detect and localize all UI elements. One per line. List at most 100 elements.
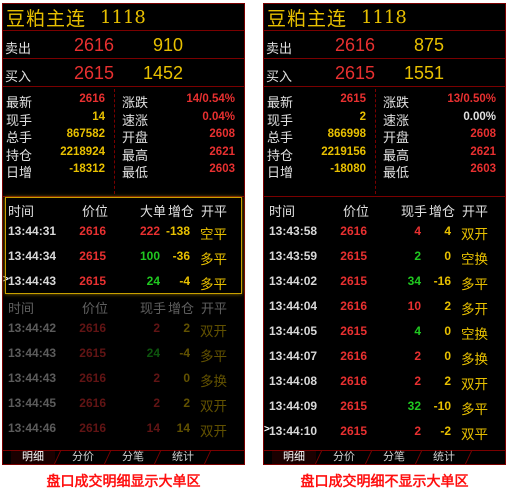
trade-price: 2615 <box>340 274 367 288</box>
stats-row: 总手 866998 开盘 2608 <box>264 126 505 145</box>
trade-row[interactable]: >13:44:10 2615 2 -2 双平 <box>264 419 505 444</box>
trade-row[interactable]: 13:44:43 2615 24 -4 多平 <box>3 341 244 366</box>
trade-time: 13:43:59 <box>269 249 318 263</box>
trade-list[interactable]: 时间 价位 现手 增仓 开平 13:43:58 2616 4 4 双开 13:43:59 2615 2 0… <box>264 197 505 442</box>
trade-price: 2615 <box>340 399 367 413</box>
header-volume: 现手 <box>400 204 427 219</box>
stat-value: 2608 <box>470 128 496 140</box>
trade-price: 2616 <box>79 371 106 385</box>
trade-oi-change: 14 <box>176 421 190 435</box>
header-price: 价位 <box>81 301 108 316</box>
title-bar: 豆粕主连 1118 <box>3 4 244 31</box>
trade-volume: 2 <box>414 249 421 263</box>
header-open-close: 开平 <box>201 301 228 316</box>
trade-volume: 2 <box>153 371 160 385</box>
contract-name: 豆粕主连 <box>267 7 348 30</box>
tab-separator <box>203 451 219 464</box>
trade-row[interactable]: 13:44:46 2616 14 14 双开 <box>3 416 244 441</box>
trade-row[interactable]: 13:44:07 2616 2 0 多换 <box>264 344 505 369</box>
trade-time: 13:44:46 <box>8 421 57 435</box>
stat-value: 13/0.50% <box>447 93 496 105</box>
tab-tick[interactable]: 分笔 <box>111 451 155 464</box>
trade-type: 双开 <box>200 424 227 439</box>
trade-volume: 2 <box>153 321 160 335</box>
trade-price: 2616 <box>340 349 367 363</box>
trade-time: 13:44:43 <box>8 371 57 385</box>
trade-list[interactable]: 时间 价位 大单 增仓 开平 13:44:31 2616 222 -138 空平 13:44:34 2… <box>3 197 244 442</box>
stat-value: 2615 <box>340 93 366 105</box>
sell-row: 卖出 2616 875 <box>264 31 505 59</box>
trade-time: 13:44:43 <box>8 346 57 360</box>
trade-price: 2616 <box>340 299 367 313</box>
trade-type: 多换 <box>200 374 227 389</box>
trade-type: 双开 <box>461 377 488 392</box>
trade-type: 空换 <box>461 252 488 267</box>
trade-type: 多开 <box>461 302 488 317</box>
stat-value: 2603 <box>470 163 496 175</box>
trade-time: 13:43:58 <box>269 224 318 238</box>
sell-row: 卖出 2616 910 <box>3 31 244 59</box>
quote-panel-right: 豆粕主连 1118 卖出 2616 875 买入 2615 1551 最新 261… <box>263 3 506 465</box>
tab-detail[interactable]: 明细 <box>11 451 55 464</box>
trade-oi-change: 0 <box>444 324 451 338</box>
trade-price: 2616 <box>79 421 106 435</box>
stat-label: 最低 <box>122 165 149 180</box>
trade-time: 13:44:04 <box>269 299 318 313</box>
sell-label: 卖出 <box>266 41 293 56</box>
stats-block: 最新 2616 涨跌 14/0.54% 现手 14 速涨 0.04% 总手 867582 开盘 260… <box>3 87 244 197</box>
header-open-close: 开平 <box>462 204 489 219</box>
trade-type: 双开 <box>200 324 227 339</box>
trade-volume: 2 <box>414 424 421 438</box>
buy-label: 买入 <box>266 69 293 84</box>
trade-oi-change: 2 <box>444 299 451 313</box>
tab-stats[interactable]: 统计 <box>422 451 466 464</box>
tab-tick[interactable]: 分笔 <box>372 451 416 464</box>
stat-label: 最低 <box>383 165 410 180</box>
sell-volume: 875 <box>413 35 444 55</box>
trade-time: 13:44:09 <box>269 399 318 413</box>
trade-type: 多平 <box>461 402 488 417</box>
trade-oi-change: -10 <box>433 399 451 413</box>
trade-row[interactable]: 13:44:02 2615 34 -16 多平 <box>264 269 505 294</box>
trade-row[interactable]: 13:44:43 2616 2 0 多换 <box>3 366 244 391</box>
buy-row: 买入 2615 1551 <box>264 59 505 87</box>
trade-time: 13:44:07 <box>269 349 318 363</box>
trade-volume: 24 <box>146 346 160 360</box>
trade-row[interactable]: 13:44:04 2616 10 2 多开 <box>264 294 505 319</box>
sell-price: 2616 <box>334 35 375 55</box>
stat-value: 2218924 <box>60 145 105 158</box>
stat-value: 2608 <box>209 128 235 140</box>
trade-price: 2615 <box>340 424 367 438</box>
buy-row: 买入 2615 1452 <box>3 59 244 87</box>
tab-detail[interactable]: 明细 <box>272 451 316 464</box>
trade-row[interactable]: 13:44:08 2616 2 2 双开 <box>264 369 505 394</box>
tab-price[interactable]: 分价 <box>322 451 366 464</box>
trade-row[interactable]: 13:43:59 2615 2 0 空换 <box>264 244 505 269</box>
trade-time: 13:44:05 <box>269 324 318 338</box>
quote-panel-left: 豆粕主连 1118 卖出 2616 910 买入 2615 1452 最新 261… <box>2 3 245 465</box>
trade-price: 2616 <box>79 396 106 410</box>
stats-row: 日增 -18312 最低 2603 <box>3 161 244 180</box>
stat-value: 2603 <box>209 163 235 175</box>
trade-row[interactable]: 13:44:05 2615 4 0 空换 <box>264 319 505 344</box>
tab-separator <box>464 451 480 464</box>
trade-row[interactable]: 13:44:09 2615 32 -10 多平 <box>264 394 505 419</box>
trade-row[interactable]: 13:43:58 2616 4 4 双开 <box>264 219 505 244</box>
trade-oi-change: 4 <box>444 224 451 238</box>
stat-value: 2616 <box>79 93 105 105</box>
trade-volume: 14 <box>146 421 160 435</box>
tab-stats[interactable]: 统计 <box>161 451 205 464</box>
trade-row[interactable]: 13:44:42 2616 2 2 双开 <box>3 316 244 341</box>
trade-type: 双开 <box>200 399 227 414</box>
trade-oi-change: 0 <box>183 371 190 385</box>
tab-price[interactable]: 分价 <box>61 451 105 464</box>
buy-price: 2615 <box>334 63 375 83</box>
trade-row[interactable]: 13:44:45 2616 2 2 双开 <box>3 391 244 416</box>
header-oi-change: 增仓 <box>428 204 455 219</box>
trade-oi-change: 2 <box>183 321 190 335</box>
trade-time: 13:44:02 <box>269 274 318 288</box>
trade-price: 2615 <box>340 249 367 263</box>
trade-oi-change: -16 <box>433 274 451 288</box>
trade-volume: 32 <box>407 399 421 413</box>
sell-price: 2616 <box>73 35 114 55</box>
